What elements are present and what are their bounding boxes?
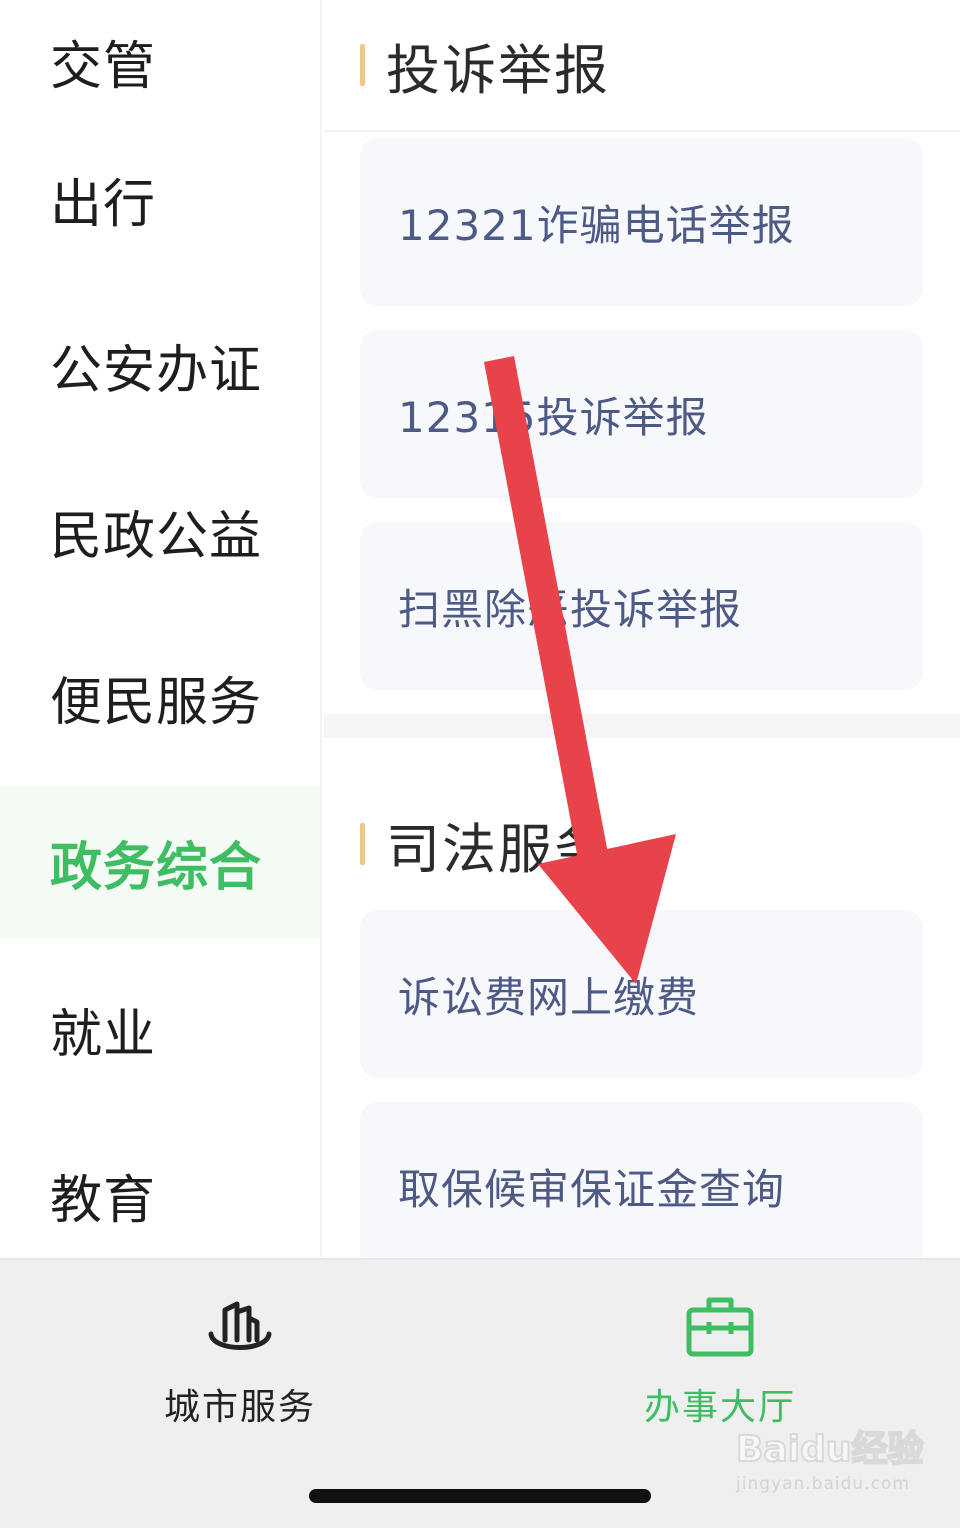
sidebar-item-education[interactable]: 教育 xyxy=(0,1112,320,1258)
sidebar-item-employment[interactable]: 就业 xyxy=(0,946,320,1112)
service-card-bail-deposit-query[interactable]: 取保候审保证金查询 xyxy=(360,1102,923,1258)
tab-city-services[interactable]: 城市服务 xyxy=(120,1290,360,1430)
section-divider xyxy=(324,714,960,738)
section-header-judicial: 司法服务 xyxy=(324,778,960,910)
section-accent-bar xyxy=(360,823,365,865)
service-card-label: 12321诈骗电话举报 xyxy=(398,200,795,250)
sidebar-item-government-affairs[interactable]: 政务综合 xyxy=(0,786,320,938)
sidebar-item-travel[interactable]: 出行 xyxy=(0,116,320,282)
service-card-label: 诉讼费网上缴费 xyxy=(398,972,700,1022)
section-accent-bar xyxy=(360,44,365,86)
service-list: 投诉举报 12321诈骗电话举报 12315投诉举报 扫黑除恶投诉举报 司法服务… xyxy=(324,0,960,1258)
briefcase-icon xyxy=(686,1297,754,1357)
service-card-anti-crime-report[interactable]: 扫黑除恶投诉举报 xyxy=(360,522,923,690)
service-card-label: 12315投诉举报 xyxy=(398,392,709,442)
home-indicator[interactable] xyxy=(309,1489,651,1503)
section-title: 司法服务 xyxy=(386,817,610,881)
service-card-label: 取保候审保证金查询 xyxy=(398,1164,786,1214)
service-card-fraud-call-report[interactable]: 12321诈骗电话举报 xyxy=(360,138,923,306)
section-title: 投诉举报 xyxy=(386,38,610,102)
watermark-url: jingyan.baidu.com xyxy=(736,1474,910,1494)
section-header-complaints: 投诉举报 xyxy=(324,0,960,132)
sidebar-item-civil-affairs[interactable]: 民政公益 xyxy=(0,448,320,614)
category-sidebar: 交管 出行 公安办证 民政公益 便民服务 政务综合 就业 教育 xyxy=(0,0,322,1258)
city-buildings-icon xyxy=(208,1301,272,1350)
sidebar-item-traffic[interactable]: 交管 xyxy=(0,0,320,116)
service-card-12315-complaint[interactable]: 12315投诉举报 xyxy=(360,330,923,498)
service-card-label: 扫黑除恶投诉举报 xyxy=(398,584,743,634)
watermark-logo: Baidu经验 xyxy=(735,1428,924,1471)
screen: 交管 出行 公安办证 民政公益 便民服务 政务综合 就业 教育 投诉举报 123… xyxy=(0,0,960,1528)
sidebar-item-convenience-services[interactable]: 便民服务 xyxy=(0,614,320,780)
tab-label: 城市服务 xyxy=(163,1387,316,1428)
sidebar-item-police-certificates[interactable]: 公安办证 xyxy=(0,282,320,448)
tab-service-hall[interactable]: 办事大厅 xyxy=(600,1290,840,1430)
baidu-jingyan-watermark: Baidu经验 jingyan.baidu.com xyxy=(735,1420,936,1510)
service-card-litigation-fee-payment[interactable]: 诉讼费网上缴费 xyxy=(360,910,923,1078)
